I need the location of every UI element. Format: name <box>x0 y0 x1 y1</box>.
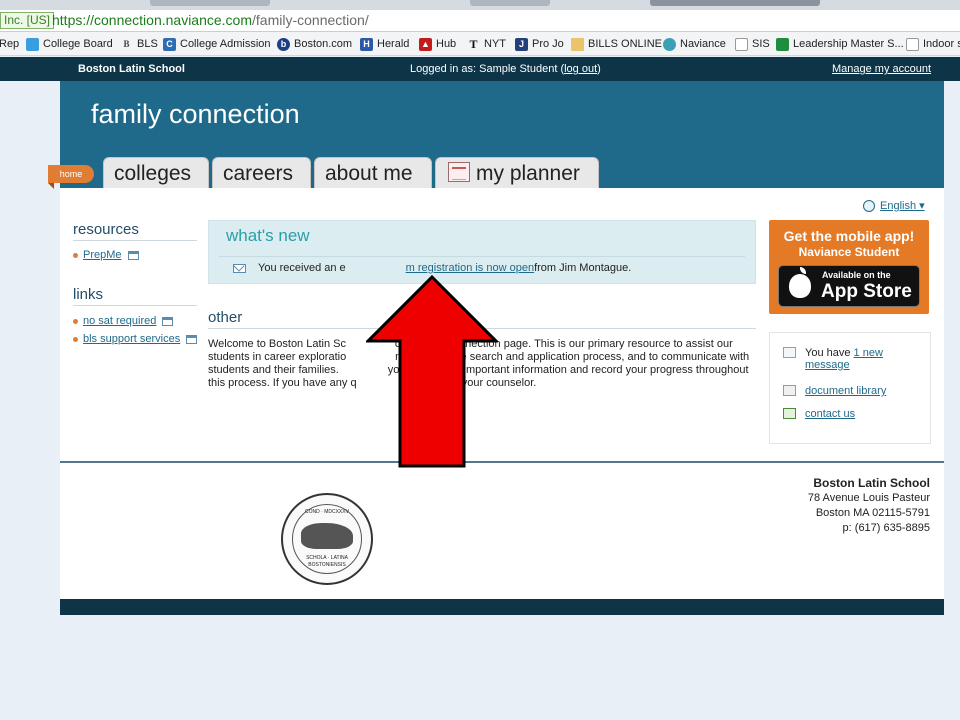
contact-icon <box>783 408 796 419</box>
link-no-sat-required[interactable]: no sat required <box>73 315 174 327</box>
browser-tab[interactable] <box>650 0 820 6</box>
messages-box: You have 1 new message document library c… <box>769 332 931 444</box>
sheets-icon <box>776 37 789 51</box>
wolf-emblem <box>301 523 353 549</box>
school-name: Boston Latin School <box>78 63 185 75</box>
logout-link[interactable]: log out <box>564 63 597 75</box>
footer-phone: p: (617) 635-8895 <box>842 522 930 534</box>
bookmark-boston-com[interactable]: b Boston.com <box>277 36 352 52</box>
planner-calendar-icon <box>448 162 470 182</box>
app-store-badge[interactable]: Available on the App Store <box>778 265 920 307</box>
new-window-icon <box>186 334 198 344</box>
nyt-icon: T <box>469 36 478 51</box>
page-icon <box>735 37 748 51</box>
bookmark-sis[interactable]: SIS <box>735 36 770 52</box>
documents-icon <box>783 385 796 396</box>
bookmark-hub[interactable]: ▲ Hub <box>419 36 456 52</box>
bullet-icon <box>73 318 78 324</box>
language-selector[interactable]: English ▾ <box>863 199 925 212</box>
bookmark-herald[interactable]: H Herald <box>360 36 409 52</box>
naviance-icon <box>663 37 676 51</box>
tab-colleges[interactable]: colleges <box>103 157 209 188</box>
promo-subtitle: Naviance Student <box>798 245 900 259</box>
herald-icon: H <box>360 37 373 51</box>
bookmark-projo[interactable]: J Pro Jo <box>515 36 564 52</box>
hub-icon: ▲ <box>419 37 432 51</box>
footer-school-name: Boston Latin School <box>813 476 930 490</box>
browser-tab[interactable] <box>470 0 550 6</box>
bookmark-leadership[interactable]: Leadership Master S... <box>776 36 904 52</box>
new-window-icon <box>162 316 174 326</box>
tab-my-planner[interactable]: my planner <box>435 157 599 188</box>
browser-tab-strip <box>0 0 960 10</box>
bookmark-nyt[interactable]: T NYT <box>467 36 506 52</box>
browser-tab[interactable] <box>150 0 270 6</box>
college-admission-icon: C <box>163 37 176 51</box>
whats-new-heading: what's new <box>226 226 310 245</box>
bookmark-naviance[interactable]: Naviance <box>663 36 726 52</box>
boston-com-icon: b <box>277 37 290 51</box>
link-bls-support-services[interactable]: bls support services <box>73 333 198 345</box>
page-content: family connection home colleges careers … <box>48 81 944 615</box>
links-heading: links <box>73 286 197 306</box>
projo-icon: J <box>515 37 528 51</box>
new-message-count-link[interactable]: 1 new <box>854 347 883 359</box>
new-message-row: You have 1 new message <box>783 347 883 371</box>
footer-bar <box>60 599 944 615</box>
ev-certificate-badge[interactable]: Inc. [US] <box>0 12 55 29</box>
resources-heading: resources <box>73 221 197 241</box>
red-arrow-annotation <box>366 275 498 468</box>
bookmark-indoor[interactable]: Indoor s <box>906 36 960 52</box>
divider <box>219 256 745 257</box>
apple-icon <box>789 267 811 298</box>
bookmark-rep[interactable]: Rep <box>0 36 19 52</box>
envelope-icon <box>783 347 796 358</box>
bullet-icon <box>73 336 78 342</box>
globe-icon <box>863 199 875 212</box>
tab-about-me[interactable]: about me <box>314 157 432 188</box>
url-text[interactable]: https://connection.naviance.com/family-c… <box>52 12 369 29</box>
bookmark-college-admission[interactable]: C College Admission <box>163 36 271 52</box>
folder-icon <box>571 37 584 51</box>
page-icon <box>906 37 919 51</box>
news-item: You received an em registration is now o… <box>233 262 631 274</box>
footer-city: Boston MA 02115-5791 <box>815 507 930 519</box>
bookmark-college-board[interactable]: College Board <box>26 36 113 52</box>
bookmark-bls[interactable]: B BLS <box>120 36 157 52</box>
address-bar[interactable]: Inc. [US] https://connection.naviance.co… <box>0 10 960 32</box>
school-seal-logo: COND · MDCXXXV SCHOLA · LATINA BOSTONIEN… <box>281 493 373 585</box>
tab-careers[interactable]: careers <box>212 157 311 188</box>
manage-account-link[interactable]: Manage my account <box>832 63 931 75</box>
footer-divider <box>60 461 944 463</box>
site-header: family connection home colleges careers … <box>48 81 944 189</box>
college-board-icon <box>26 37 39 51</box>
document-library-row[interactable]: document library <box>783 385 886 397</box>
bls-icon: B <box>123 38 130 49</box>
contact-us-row[interactable]: contact us <box>783 408 855 420</box>
resource-link-prepme[interactable]: PrepMe <box>73 249 139 261</box>
bookmarks-bar: Rep College Board B BLS C College Admissio… <box>0 32 960 56</box>
new-window-icon <box>127 250 139 260</box>
envelope-icon <box>233 263 246 273</box>
bookmark-bills-online[interactable]: BILLS ONLINE <box>571 36 662 52</box>
promo-title: Get the mobile app! <box>783 228 915 244</box>
brand-title: family connection <box>91 99 300 129</box>
school-address: Boston Latin School 78 Avenue Louis Past… <box>760 476 930 536</box>
login-status: Logged in as: Sample Student (log out) <box>410 63 601 75</box>
news-item-link[interactable]: m registration is now open <box>406 262 534 274</box>
mobile-app-promo[interactable]: Get the mobile app! Naviance Student Ava… <box>769 220 929 314</box>
home-tab[interactable]: home <box>48 165 94 189</box>
site-top-bar: Boston Latin School Logged in as: Sample… <box>0 57 960 81</box>
message-link[interactable]: message <box>805 359 850 371</box>
footer-street: 78 Avenue Louis Pasteur <box>807 492 930 504</box>
bullet-icon <box>73 252 78 258</box>
